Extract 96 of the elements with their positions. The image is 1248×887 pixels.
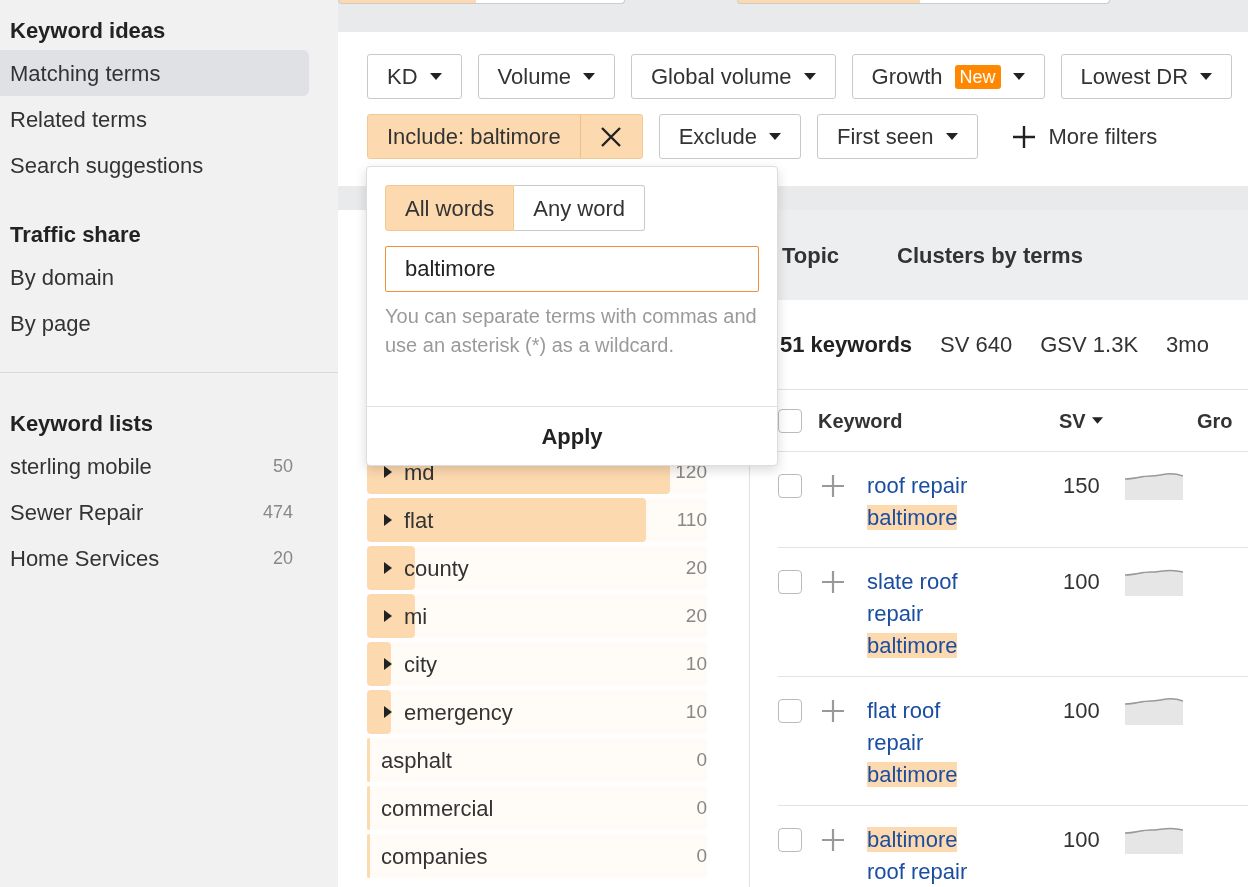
item-count: 50 — [272, 454, 294, 478]
apply-button[interactable]: Apply — [367, 406, 777, 465]
sidebar-item[interactable]: Matching terms — [0, 50, 309, 96]
filter-button[interactable]: Volume — [477, 54, 615, 99]
sidebar-item[interactable]: Search suggestions — [0, 142, 309, 188]
expand-icon[interactable] — [384, 466, 392, 478]
checkbox[interactable] — [778, 570, 802, 594]
caret-icon — [582, 72, 595, 81]
section-heading: Traffic share — [9, 220, 142, 249]
filter-button[interactable]: Exclude — [658, 114, 801, 159]
checkbox[interactable] — [778, 474, 802, 498]
caret-icon — [1012, 72, 1025, 81]
expand-icon[interactable] — [384, 562, 392, 574]
filter-button[interactable]: Growth New — [851, 54, 1045, 99]
term-label[interactable]: emergency — [404, 695, 513, 729]
sidebar-item[interactable]: By domain — [0, 254, 309, 300]
expand-icon[interactable] — [384, 706, 392, 718]
term-label[interactable]: county — [404, 551, 469, 585]
caret-icon — [1200, 72, 1213, 81]
stat-value: GSV 1.3K — [1040, 331, 1139, 359]
item-label: Home Services — [10, 544, 160, 573]
search-volume: 100 — [1063, 826, 1101, 854]
sidebar-item[interactable]: By page — [0, 300, 309, 346]
section-heading: Keyword lists — [9, 409, 155, 438]
keyword-link[interactable]: flat roof repair baltimore — [867, 695, 997, 791]
expand-icon[interactable] — [384, 658, 392, 670]
item-label: Matching terms — [10, 59, 161, 88]
filter-button[interactable]: First seen — [816, 114, 978, 159]
column-header[interactable]: Keyword — [802, 405, 1059, 436]
sidebar-item[interactable]: Related terms — [0, 96, 309, 142]
expand-icon[interactable] — [384, 514, 392, 526]
sidebar-item[interactable]: sterling mobile 50 — [0, 443, 309, 489]
caret-icon — [429, 72, 442, 81]
term-label[interactable]: asphalt — [381, 743, 452, 777]
section-heading: Keyword ideas — [9, 16, 167, 45]
plus-icon — [1012, 125, 1035, 148]
search-volume: 150 — [1063, 472, 1101, 500]
sidebar-item[interactable]: Home Services 20 — [0, 535, 309, 581]
sparkline-chart — [1125, 695, 1183, 725]
term-count: 110 — [676, 507, 707, 532]
term-count: 10 — [685, 699, 707, 724]
term-label[interactable]: companies — [381, 839, 488, 873]
item-label: Related terms — [10, 105, 147, 134]
search-volume: 100 — [1063, 568, 1101, 596]
mode-toggle[interactable]: Any word — [514, 185, 645, 231]
item-count: 474 — [262, 500, 294, 524]
search-field[interactable]: baltimore — [385, 246, 759, 292]
item-label: Sewer Repair — [10, 498, 144, 527]
item-label: sterling mobile — [10, 452, 152, 481]
keyword-count: 51 keywords — [780, 331, 913, 359]
checkbox[interactable] — [778, 408, 802, 433]
filter-button[interactable]: KD — [367, 54, 462, 99]
hint-text: You can separate terms with commas and use an asterisk (*) as a wildcard. — [385, 304, 758, 358]
stat-value: 3mo — [1166, 331, 1209, 359]
term-count: 20 — [685, 603, 707, 628]
more-filters-button[interactable]: More filters — [993, 114, 1177, 159]
plus-icon[interactable] — [821, 699, 845, 723]
sidebar-item[interactable]: Sewer Repair 474 — [0, 489, 309, 535]
caret-icon — [803, 72, 816, 81]
segmented-control[interactable] — [338, 0, 625, 4]
close-icon — [600, 125, 623, 148]
plus-icon[interactable] — [821, 474, 845, 498]
expand-icon[interactable] — [384, 610, 392, 622]
column-header[interactable]: SV — [1059, 405, 1197, 436]
term-count: 0 — [696, 843, 707, 868]
tab[interactable]: Clusters by terms — [868, 210, 1112, 300]
item-count: 20 — [272, 546, 294, 570]
item-label: By domain — [10, 263, 114, 292]
keyword-link[interactable]: baltimore roof repair — [867, 824, 997, 887]
stat-value: SV 640 — [940, 331, 1013, 359]
checkbox[interactable] — [778, 828, 802, 852]
mode-toggle[interactable]: All words — [385, 185, 515, 231]
item-label: By page — [10, 309, 91, 338]
keyword-link[interactable]: roof repair baltimore — [867, 470, 997, 534]
segmented-control[interactable] — [737, 0, 1110, 4]
keyword-link[interactable]: slate roof repair baltimore — [867, 566, 997, 662]
filter-button[interactable]: Lowest DR — [1060, 54, 1233, 99]
filter-button[interactable]: Global volume — [630, 54, 836, 99]
search-volume: 100 — [1063, 697, 1101, 725]
term-label[interactable]: flat — [404, 503, 434, 537]
term-count: 0 — [696, 747, 707, 772]
item-label: Search suggestions — [10, 151, 204, 180]
plus-icon[interactable] — [821, 570, 845, 594]
checkbox[interactable] — [778, 699, 802, 723]
term-count: 20 — [685, 555, 707, 580]
term-label[interactable]: city — [404, 647, 437, 681]
new-badge: New — [954, 64, 1001, 89]
column-header[interactable]: Gro — [1197, 405, 1233, 436]
sparkline-chart — [1125, 470, 1183, 500]
term-count: 10 — [685, 651, 707, 676]
term-count: 0 — [696, 795, 707, 820]
plus-icon[interactable] — [821, 828, 845, 852]
caret-icon — [768, 132, 781, 141]
term-label[interactable]: mi — [404, 599, 428, 633]
term-label[interactable]: commercial — [381, 791, 494, 825]
caret-icon — [945, 132, 958, 141]
